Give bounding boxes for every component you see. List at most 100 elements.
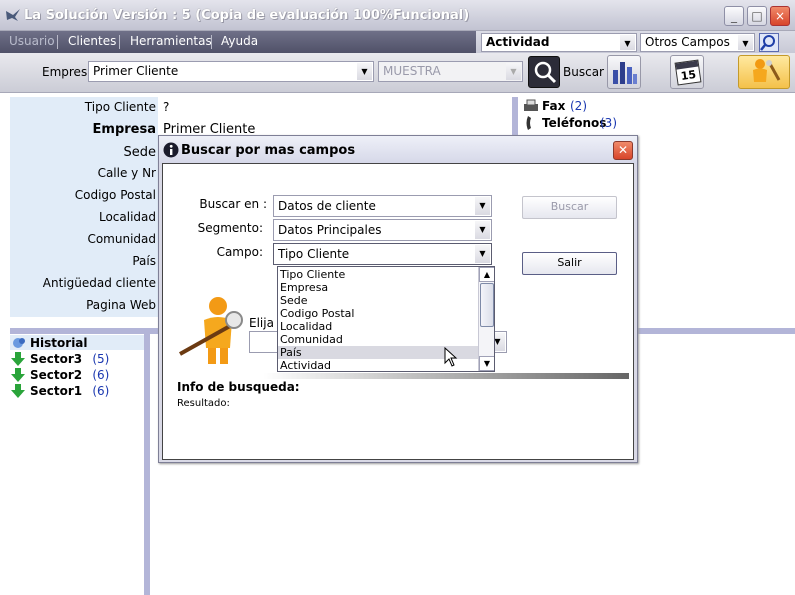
arrow-down-icon [11,368,25,382]
contact-telefonos-count: (3) [600,116,617,130]
actividad-value: Actividad [486,35,550,49]
tree-item-label: Sector2 [30,368,83,382]
field-label-tipo-cliente: Tipo Cliente [84,100,156,114]
field-label-pagina-web: Pagina Web [86,298,156,312]
dialog-close-button[interactable]: ✕ [613,141,633,160]
tree-item-count: (6) [92,384,110,398]
buscar-label[interactable]: Buscar [563,65,604,79]
option-empresa[interactable]: Empresa [278,281,478,294]
history-icon [13,338,25,348]
dialog-body: Buscar en : Datos de cliente ▼ Segmento:… [162,163,634,460]
option-localidad[interactable]: Localidad [278,320,478,333]
tree-splitter[interactable] [144,330,150,595]
resultado-label: Resultado: [177,398,230,409]
title-bar: La Solución Versión : 5 (Copia de evalua… [0,0,795,31]
search-person-icon [179,297,243,364]
contact-fax-count: (2) [570,99,587,113]
chevron-down-icon: ▼ [738,35,753,50]
chevron-down-icon: ▼ [620,35,635,50]
segmento-value: Datos Principales [278,223,382,237]
salir-button[interactable]: Salir [522,252,617,275]
field-label-codigo-postal: Codigo Postal [74,188,156,202]
otros-campos-value: Otros Campos [645,35,730,49]
search-button[interactable] [759,33,779,52]
menu-ayuda[interactable]: Ayuda [221,34,258,48]
tree-item-label: Sector1 [30,384,83,398]
option-sede[interactable]: Sede [278,294,478,307]
option-codigo-postal[interactable]: Codigo Postal [278,307,478,320]
tree-item-count: (5) [92,352,110,366]
chevron-down-icon: ▼ [357,63,372,80]
muestra-value: MUESTRA [383,64,441,78]
tools-person-icon [753,59,781,82]
scroll-thumb[interactable] [480,283,494,327]
option-comunidad[interactable]: Comunidad [278,333,478,346]
field-label-localidad: Localidad [98,210,156,224]
divider-gradient [263,373,629,379]
arrow-down-icon [11,384,25,398]
field-value-tipo-cliente: ? [163,100,170,114]
scroll-up-arrow-icon[interactable]: ▲ [479,267,494,282]
buscar-button[interactable]: Buscar [522,196,617,219]
empresa-select[interactable]: Primer Cliente ▼ [88,61,374,82]
actividad-select[interactable]: Actividad ▼ [481,33,637,52]
info-icon [163,142,179,158]
dialog-title-bar[interactable]: Buscar por mas campos ✕ [159,136,637,164]
statistics-button[interactable] [607,55,641,89]
menu-clientes[interactable]: Clientes [68,34,116,48]
chevron-down-icon: ▼ [475,245,490,263]
tree-item-count: (6) [92,368,110,382]
field-label-sede: Sede [123,145,157,160]
fax-icon [524,99,538,111]
tools-button[interactable] [738,55,790,89]
segmento-select[interactable]: Datos Principales ▼ [273,219,492,241]
search-dialog: Buscar por mas campos ✕ Buscar en : Dato… [158,135,638,463]
tree-item-sector2[interactable]: Sector2 (6) [30,368,109,382]
field-label-pais: País [132,254,156,268]
maximize-button[interactable]: □ [747,6,767,26]
menu-usuario[interactable]: Usuario [9,34,55,48]
tree-item-sector3[interactable]: Sector3 (5) [30,352,109,366]
otros-campos-select[interactable]: Otros Campos ▼ [640,33,755,52]
menu-separator [211,35,212,49]
close-button[interactable]: × [770,6,790,26]
campo-select[interactable]: Tipo Cliente ▼ [273,243,492,265]
campo-dropdown-list[interactable]: Tipo Cliente Empresa Sede Codigo Postal … [277,266,495,372]
menu-separator [57,35,58,49]
window-title: La Solución Versión : 5 (Copia de evalua… [24,8,470,23]
field-label-antiguedad: Antigüedad cliente [42,276,156,290]
campo-value: Tipo Cliente [278,247,350,261]
contact-telefonos-label[interactable]: Teléfonos [542,116,606,130]
search-icon [760,35,775,51]
mouse-cursor-icon [444,347,458,367]
buscar-icon-button[interactable] [528,56,560,88]
tree-item-sector1[interactable]: Sector1 (6) [30,384,109,398]
calendar-button[interactable]: 15 [670,55,704,89]
field-label-calle: Calle y Nr [97,166,156,180]
calendar-day: 15 [679,67,697,83]
phone-icon [526,116,531,130]
tree-item-historial[interactable]: Historial [30,336,88,350]
buscar-en-select[interactable]: Datos de cliente ▼ [273,195,492,217]
bar-chart-icon [613,62,637,84]
menu-herramientas[interactable]: Herramientas [130,34,212,48]
dialog-title: Buscar por mas campos [181,143,356,158]
muestra-select[interactable]: MUESTRA ▼ [378,61,523,82]
option-tipo-cliente[interactable]: Tipo Cliente [278,268,478,281]
buscar-en-label: Buscar en : [199,197,267,211]
info-busqueda-title: Info de busqueda: [177,380,300,394]
empresa-value: Primer Cliente [93,64,179,78]
arrow-down-icon [11,352,25,366]
field-label-empresa: Empresa [92,122,156,137]
contact-fax-label[interactable]: Fax [542,99,565,113]
empresa-label: Empresa [42,65,95,79]
menu-bar: Usuario Clientes Herramientas Ayuda [0,31,476,53]
segmento-label: Segmento: [197,221,263,235]
magnifier-icon [534,61,557,84]
buscar-en-value: Datos de cliente [278,199,376,213]
minimize-button[interactable]: _ [724,6,744,26]
calendar-icon: 15 [674,59,702,86]
chevron-down-icon: ▼ [475,197,490,215]
list-scrollbar[interactable]: ▲ ▼ [478,267,494,371]
scroll-down-arrow-icon[interactable]: ▼ [479,356,494,371]
